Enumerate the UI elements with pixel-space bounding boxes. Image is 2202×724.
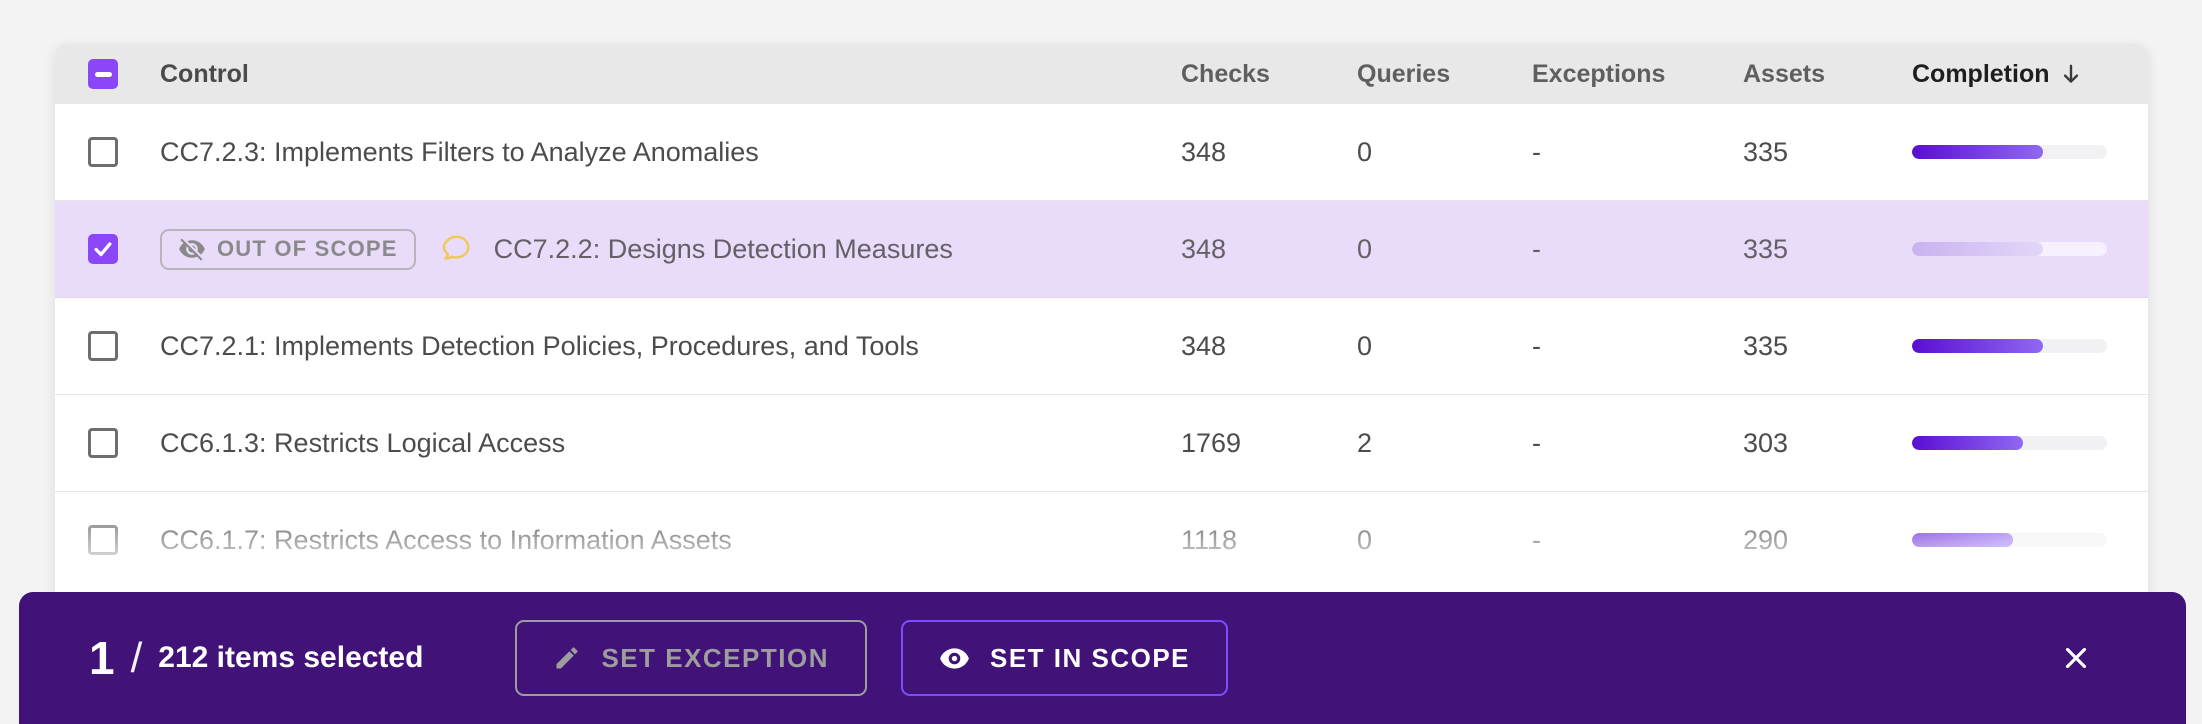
- queries-value: 0: [1357, 233, 1373, 264]
- exceptions-value: -: [1532, 233, 1541, 264]
- queries-value: 2: [1357, 427, 1373, 458]
- checks-value: 1769: [1181, 427, 1242, 458]
- set-exception-button[interactable]: SET EXCEPTION: [515, 620, 867, 696]
- indeterminate-icon: [94, 71, 112, 77]
- table-row[interactable]: CC7.2.1: Implements Detection Policies, …: [55, 298, 2148, 395]
- checks-value: 348: [1181, 136, 1227, 167]
- assets-value: 335: [1743, 330, 1789, 361]
- exceptions-value: -: [1532, 524, 1541, 555]
- exceptions-value: -: [1532, 330, 1541, 361]
- checks-value: 1118: [1181, 524, 1238, 555]
- check-icon: [94, 242, 112, 257]
- checks-value: 348: [1181, 233, 1227, 264]
- exceptions-value: -: [1532, 427, 1541, 458]
- column-header-completion[interactable]: Completion: [1912, 60, 2084, 89]
- column-header-queries[interactable]: Queries: [1357, 60, 1450, 88]
- queries-value: 0: [1357, 524, 1373, 555]
- action-buttons: SET EXCEPTION SET IN SCOPE: [515, 620, 1229, 696]
- eye-icon: [940, 647, 969, 669]
- selection-total-label: 212 items selected: [158, 641, 424, 674]
- checks-value: 348: [1181, 330, 1227, 361]
- bulk-action-bar: 1 / 212 items selected SET EXCEPTION SET…: [19, 592, 2186, 724]
- column-header-control[interactable]: Control: [160, 60, 249, 89]
- completion-progress-bar: [1912, 242, 2107, 256]
- selection-separator: /: [130, 634, 143, 681]
- selected-count: 1: [89, 632, 115, 684]
- comment-bubble-icon[interactable]: [438, 232, 472, 266]
- row-checkbox[interactable]: [88, 428, 118, 458]
- control-name: CC7.2.3: Implements Filters to Analyze A…: [160, 136, 759, 167]
- assets-value: 335: [1743, 136, 1789, 167]
- table-row[interactable]: CC6.1.3: Restricts Logical Access 1769 2…: [55, 395, 2148, 492]
- row-checkbox-checked[interactable]: [88, 234, 118, 264]
- table-header-row: Control Checks Queries Exceptions Assets…: [55, 44, 2148, 104]
- exceptions-value: -: [1532, 136, 1541, 167]
- column-header-checks[interactable]: Checks: [1181, 60, 1270, 88]
- completion-progress-bar: [1912, 533, 2107, 547]
- control-name: CC6.1.3: Restricts Logical Access: [160, 427, 566, 458]
- selection-summary: 1 / 212 items selected: [89, 631, 423, 685]
- close-action-bar-button[interactable]: [2054, 636, 2098, 680]
- row-checkbox[interactable]: [88, 525, 118, 555]
- control-name: CC7.2.2: Designs Detection Measures: [493, 233, 953, 264]
- sort-descending-icon: [2063, 64, 2078, 83]
- assets-value: 290: [1743, 524, 1789, 555]
- assets-value: 303: [1743, 427, 1789, 458]
- completion-progress-bar: [1912, 436, 2107, 450]
- controls-page: Control Checks Queries Exceptions Assets…: [0, 0, 2202, 724]
- out-of-scope-badge: OUT OF SCOPE: [160, 228, 416, 270]
- close-icon: [2065, 647, 2087, 669]
- completion-progress-bar: [1912, 145, 2107, 159]
- table-row[interactable]: CC6.1.7: Restricts Access to Information…: [55, 492, 2148, 589]
- queries-value: 0: [1357, 330, 1373, 361]
- queries-value: 0: [1357, 136, 1373, 167]
- completion-progress-bar: [1912, 339, 2107, 353]
- column-header-exceptions[interactable]: Exceptions: [1532, 60, 1665, 88]
- table-row[interactable]: CC7.2.3: Implements Filters to Analyze A…: [55, 104, 2148, 201]
- row-checkbox[interactable]: [88, 331, 118, 361]
- control-name: CC6.1.7: Restricts Access to Information…: [160, 524, 732, 555]
- table-row-selected[interactable]: OUT OF SCOPE CC7.2.2: Designs Detection …: [55, 201, 2148, 298]
- set-in-scope-button[interactable]: SET IN SCOPE: [900, 620, 1229, 696]
- select-all-checkbox[interactable]: [88, 59, 118, 89]
- control-name: CC7.2.1: Implements Detection Policies, …: [160, 330, 919, 361]
- assets-value: 335: [1743, 233, 1789, 264]
- pencil-icon: [556, 647, 578, 669]
- row-checkbox[interactable]: [88, 137, 118, 167]
- out-of-scope-label: OUT OF SCOPE: [217, 236, 398, 261]
- eye-off-icon: [179, 238, 205, 261]
- column-header-assets[interactable]: Assets: [1743, 60, 1825, 88]
